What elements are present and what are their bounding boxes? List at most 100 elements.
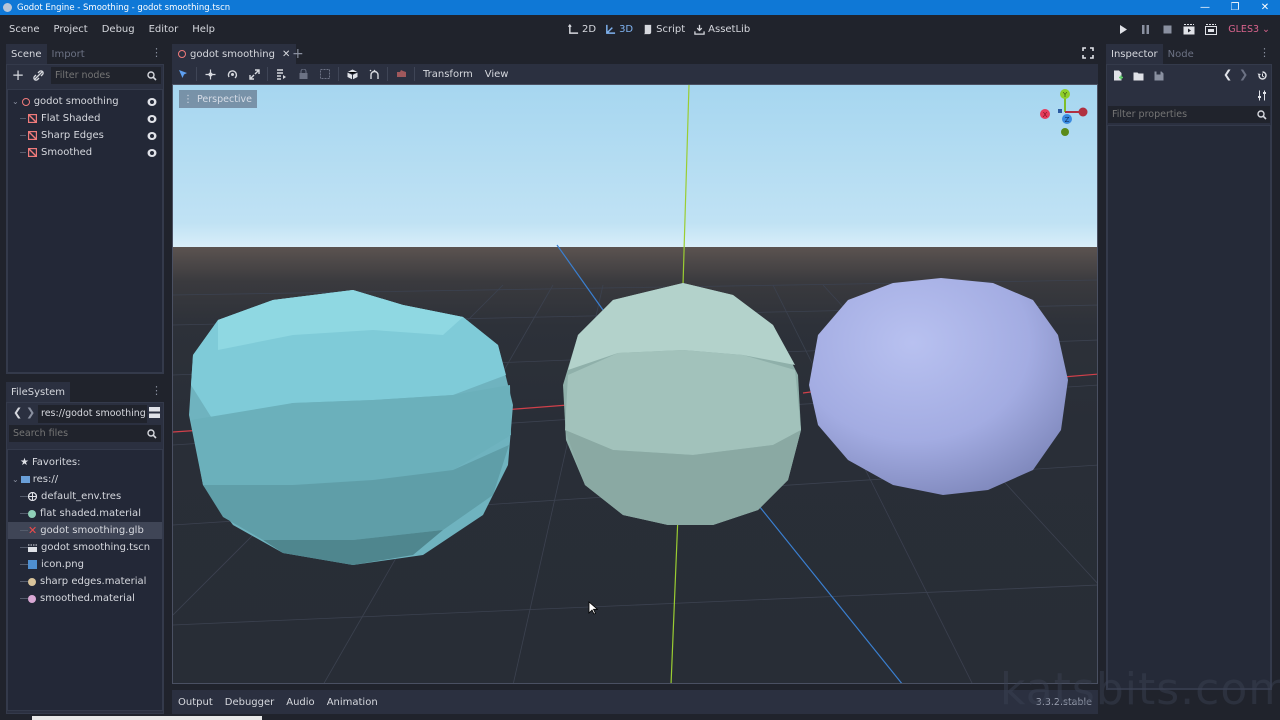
tab-animation[interactable]: Animation [321,697,384,708]
script-icon [643,24,652,34]
scene-file-icon [28,544,37,552]
play-custom-scene-icon[interactable] [1200,19,1222,39]
transform-menu[interactable]: Transform [417,69,479,80]
close-icon[interactable]: ✕ [1250,2,1280,13]
mesh-instance-icon [28,131,37,140]
gizmo-y-negative[interactable] [1061,128,1069,136]
tab-scene[interactable]: Scene [6,44,47,64]
inspector-properties [1107,125,1271,689]
file-row[interactable]: godot smoothing.tscn [8,539,162,556]
stop-icon[interactable] [1156,19,1178,39]
spatial-node-icon [178,50,186,58]
maximize-icon[interactable]: ❐ [1220,2,1250,13]
filter-properties-input[interactable] [1108,106,1270,123]
play-icon[interactable] [1112,19,1134,39]
tab-inspector[interactable]: Inspector [1106,44,1163,64]
file-row[interactable]: icon.png [8,556,162,573]
tree-node-sharp-edges[interactable]: Sharp Edges [8,127,162,144]
assetlib-button[interactable]: AssetLib [694,24,750,35]
history-forward-icon[interactable]: ❯ [1239,68,1248,81]
play-scene-icon[interactable] [1178,19,1200,39]
snap-icon[interactable] [363,65,385,83]
chevron-down-icon[interactable]: ⌄ [12,97,19,106]
pause-icon[interactable] [1134,19,1156,39]
open-resource-icon[interactable] [1133,71,1144,81]
group-icon[interactable] [314,65,336,83]
image-icon [28,560,37,569]
list-select-icon[interactable] [270,65,292,83]
menu-editor[interactable]: Editor [142,24,186,35]
view-orientation-gizmo[interactable]: Y X Z [1037,87,1093,137]
gizmo-x-label: X [1043,111,1048,119]
property-tools-icon[interactable] [1257,90,1267,101]
file-row-selected[interactable]: ✕ godot smoothing.glb [8,522,162,539]
script-button[interactable]: Script [642,24,685,35]
object-history-icon[interactable] [1257,70,1268,81]
renderer-select[interactable]: GLES3 ⌄ [1228,24,1270,35]
tree-node-smoothed[interactable]: Smoothed [8,144,162,161]
save-resource-icon[interactable] [1154,71,1164,81]
local-space-icon[interactable] [341,65,363,83]
gizmo-x-negative[interactable] [1078,107,1088,117]
dock-menu-icon[interactable]: ⋮ [1259,47,1270,58]
tree-node-root[interactable]: ⌄ godot smoothing [8,93,162,110]
instance-scene-icon[interactable] [28,66,48,84]
back-icon[interactable]: ❮ [13,406,22,419]
tab-node[interactable]: Node [1162,44,1199,64]
split-mode-icon[interactable] [149,407,160,418]
res-root-row[interactable]: ⌄ res:// [8,471,162,488]
folder-icon [20,476,30,483]
broken-import-icon: ✕ [28,524,38,537]
2d-icon [568,23,579,34]
history-back-icon[interactable]: ❮ [1223,68,1232,81]
visibility-eye-icon[interactable] [147,114,157,124]
sphere-flat-shaded [189,290,513,565]
close-tab-icon[interactable]: ✕ [282,49,290,60]
menu-project[interactable]: Project [47,24,95,35]
2d-button[interactable]: 2D [568,23,596,35]
path-field[interactable]: res://godot smoothing [38,405,147,423]
filter-nodes-input[interactable] [51,67,161,84]
forward-icon[interactable]: ❯ [26,406,35,419]
lock-icon[interactable] [292,65,314,83]
camera-override-icon[interactable] [390,65,412,83]
file-row[interactable]: flat shaded.material [8,505,162,522]
new-resource-icon[interactable] [1113,70,1123,81]
3d-viewport[interactable]: ⋮ Perspective Y X Z [172,84,1098,684]
favorites-row[interactable]: ★ Favorites: [8,454,162,471]
tab-filesystem[interactable]: FileSystem [6,382,71,402]
rotate-tool-icon[interactable] [221,65,243,83]
file-row[interactable]: sharp edges.material [8,573,162,590]
file-row[interactable]: default_env.tres [8,488,162,505]
file-row[interactable]: smoothed.material [8,590,162,607]
dock-menu-icon[interactable]: ⋮ [151,47,162,58]
tree-node-flat-shaded[interactable]: Flat Shaded [8,110,162,127]
visibility-eye-icon[interactable] [147,148,157,158]
menu-debug[interactable]: Debug [95,24,142,35]
tab-output[interactable]: Output [172,697,219,708]
move-tool-icon[interactable] [199,65,221,83]
minimize-icon[interactable]: — [1190,2,1220,13]
distraction-free-icon[interactable] [1082,47,1094,59]
search-files-input[interactable] [9,425,161,442]
visibility-eye-icon[interactable] [147,131,157,141]
menu-help[interactable]: Help [185,24,222,35]
tab-import[interactable]: Import [46,44,90,64]
tab-audio[interactable]: Audio [280,697,320,708]
menu-scene[interactable]: Scene [0,24,47,35]
3d-label: 3D [619,23,634,35]
search-icon [1257,110,1267,120]
add-scene-tab-icon[interactable]: + [292,46,304,62]
perspective-menu[interactable]: ⋮ Perspective [179,90,258,108]
dock-menu-icon[interactable]: ⋮ [151,385,162,396]
scale-tool-icon[interactable] [243,65,265,83]
visibility-eye-icon[interactable] [147,97,157,107]
view-menu[interactable]: View [479,69,515,80]
chevron-down-icon[interactable]: ⌄ [12,475,19,484]
kebab-icon: ⋮ [183,93,193,105]
tab-debugger[interactable]: Debugger [219,697,281,708]
select-tool-icon[interactable] [172,65,194,83]
add-node-icon[interactable]: + [8,66,28,84]
scene-tab[interactable]: godot smoothing ✕ [172,44,297,64]
3d-button[interactable]: 3D [605,24,633,35]
